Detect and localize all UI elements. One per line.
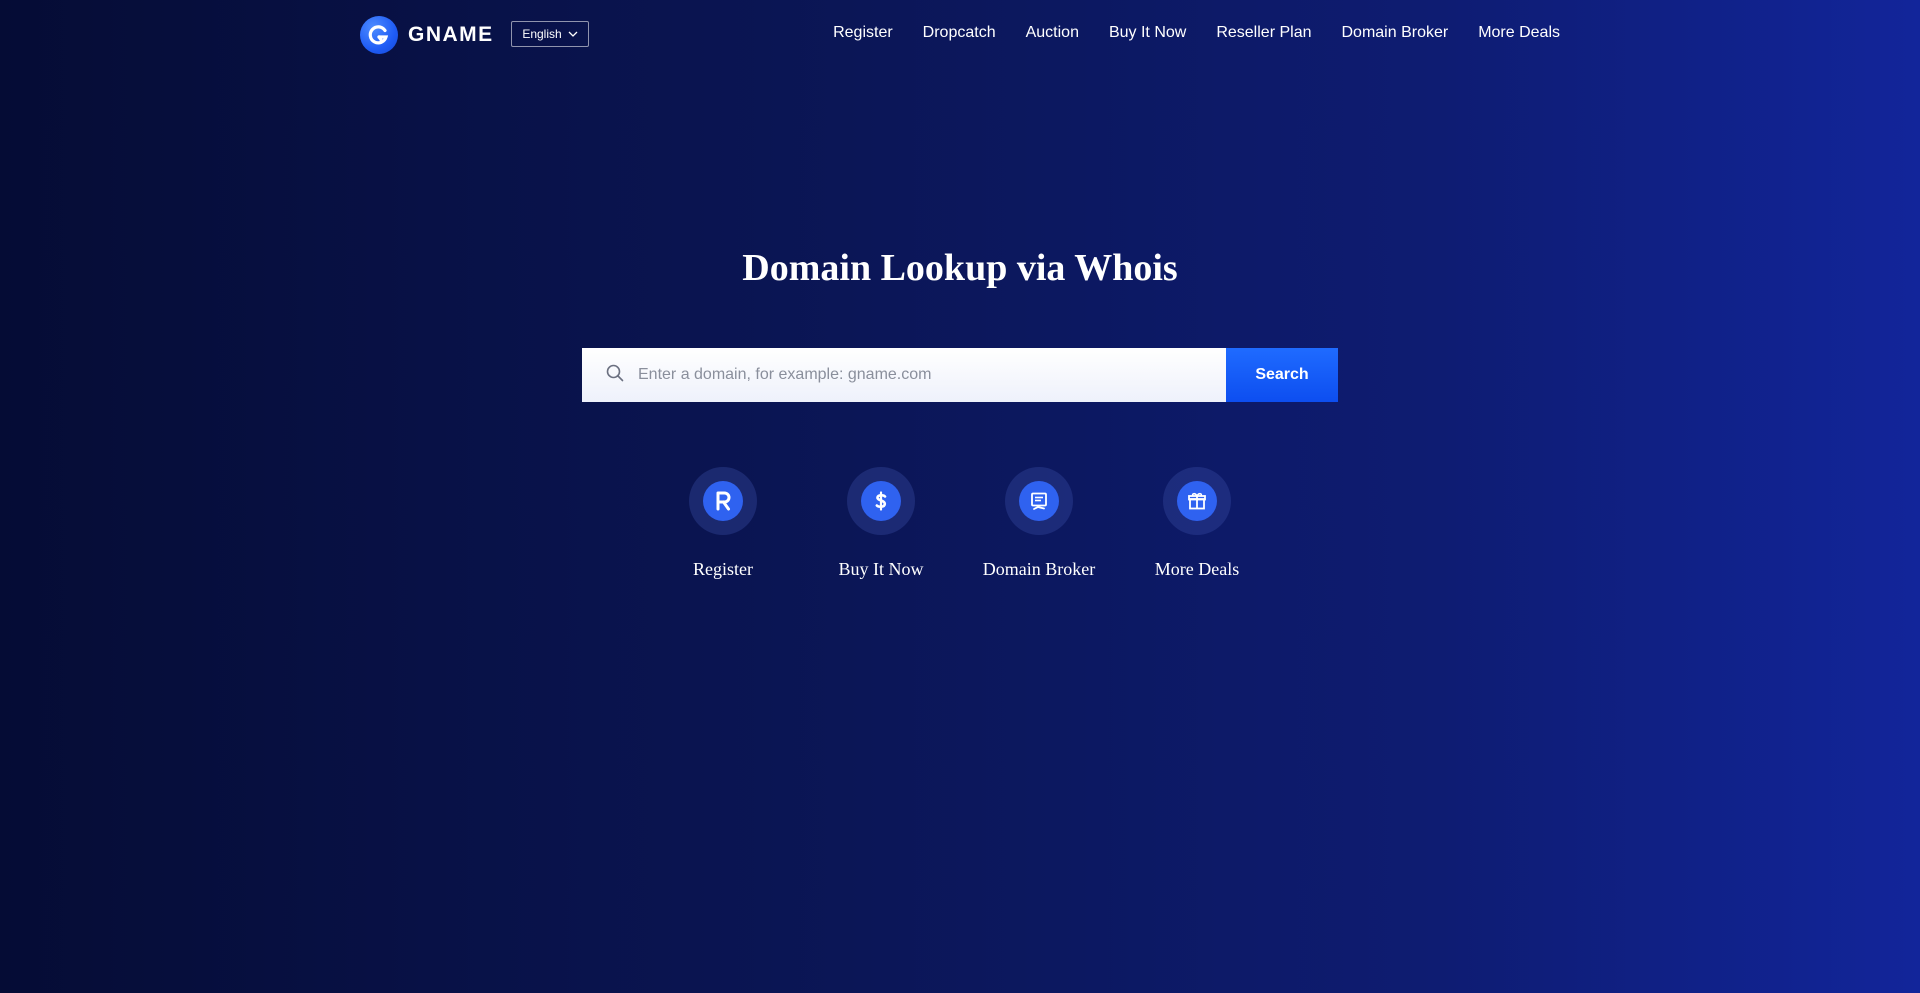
brand-name: GNAME [408, 23, 494, 46]
quick-link-label: Register [693, 559, 753, 579]
nav-auction[interactable]: Auction [1026, 24, 1079, 42]
quick-link-halo [847, 467, 915, 535]
main-nav: Register Dropcatch Auction Buy It Now Re… [833, 24, 1560, 42]
quick-link-label: Domain Broker [982, 559, 1096, 579]
header: GNAME English Register Dropcatch Auction… [0, 0, 1920, 68]
language-label: English [522, 27, 562, 41]
quick-link-label: Buy It Now [838, 559, 924, 579]
dollar-icon [861, 481, 901, 521]
quick-link-label: More Deals [1154, 559, 1240, 579]
search-field-wrapper [582, 348, 1226, 402]
nav-buy-it-now[interactable]: Buy It Now [1109, 24, 1186, 42]
domain-search-input[interactable] [636, 365, 1180, 385]
registered-icon [703, 481, 743, 521]
quick-link-more-deals[interactable]: More Deals [1140, 467, 1254, 580]
search-button[interactable]: Search [1226, 348, 1338, 402]
nav-reseller-plan[interactable]: Reseller Plan [1216, 24, 1311, 42]
gift-icon [1177, 481, 1217, 521]
nav-more-deals[interactable]: More Deals [1478, 24, 1560, 42]
gname-logo-icon [360, 16, 398, 54]
quick-link-halo [689, 467, 757, 535]
language-selector[interactable]: English [511, 21, 589, 47]
page-title: Domain Lookup via Whois [742, 247, 1178, 289]
nav-register[interactable]: Register [833, 24, 893, 42]
domain-search-bar: Search [582, 348, 1338, 402]
nav-domain-broker[interactable]: Domain Broker [1341, 24, 1448, 42]
certificate-icon [1019, 481, 1059, 521]
nav-dropcatch[interactable]: Dropcatch [923, 24, 996, 42]
search-icon [606, 364, 624, 387]
quick-link-domain-broker[interactable]: Domain Broker [982, 467, 1096, 580]
logo[interactable]: GNAME [360, 16, 494, 54]
quick-link-register[interactable]: Register [666, 467, 780, 580]
quick-link-buy-it-now[interactable]: Buy It Now [824, 467, 938, 580]
quick-links: Register Buy It Now Domain Broker More D… [0, 467, 1920, 580]
quick-link-halo [1005, 467, 1073, 535]
chevron-down-icon [568, 27, 578, 41]
quick-link-halo [1163, 467, 1231, 535]
